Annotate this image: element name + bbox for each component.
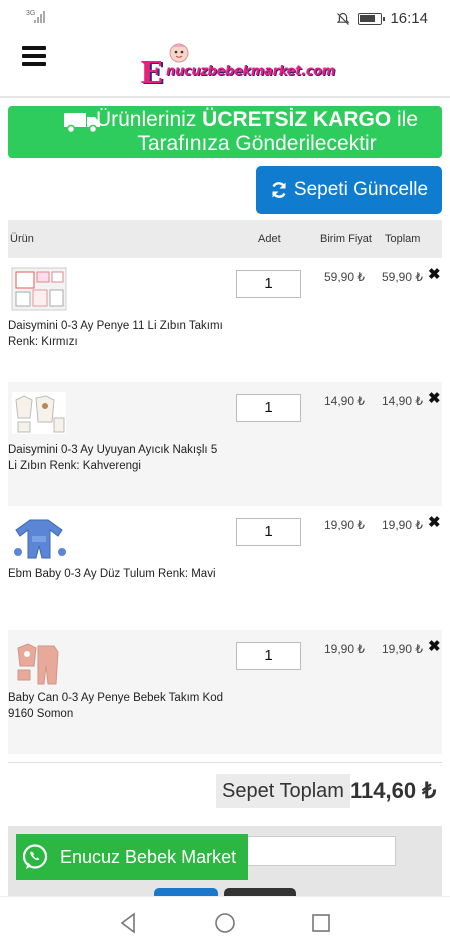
quantity-input[interactable]: 1 — [236, 394, 301, 422]
home-icon[interactable] — [213, 911, 237, 935]
recents-icon[interactable] — [309, 911, 333, 935]
cart-row: 1 19,90 ₺ 19,90 ₺ ✖ Baby Can 0-3 Ay Peny… — [8, 630, 442, 754]
baby-logo-icon — [169, 43, 189, 63]
unit-price: 19,90 ₺ — [324, 642, 365, 656]
product-image[interactable] — [10, 636, 68, 686]
product-image[interactable] — [10, 264, 68, 314]
remove-icon[interactable]: ✖ — [428, 513, 441, 531]
status-right: 16:14 — [336, 10, 428, 27]
update-cart-button[interactable]: Sepeti Güncelle — [256, 166, 442, 214]
refresh-icon — [272, 182, 286, 198]
col-unit-price: Birim Fiyat — [320, 233, 372, 245]
quantity-input[interactable]: 1 — [236, 642, 301, 670]
product-name[interactable]: Baby Can 0-3 Ay Penye Bebek Takım Kod 91… — [8, 690, 228, 722]
line-total: 14,90 ₺ — [382, 394, 423, 408]
unit-price: 59,90 ₺ — [324, 270, 365, 284]
col-product: Ürün — [10, 233, 34, 245]
product-name[interactable]: Daisymini 0-3 Ay Penye 11 Li Zıbın Takım… — [8, 318, 228, 350]
unit-price: 19,90 ₺ — [324, 518, 365, 532]
remove-icon[interactable]: ✖ — [428, 389, 441, 407]
cart-row: 1 14,90 ₺ 14,90 ₺ ✖ Daisymini 0-3 Ay Uyu… — [8, 382, 442, 506]
whatsapp-icon — [22, 844, 48, 869]
product-image[interactable] — [10, 388, 68, 438]
site-header: E nucuzbebekmarket.com — [0, 38, 450, 96]
clock: 16:14 — [390, 10, 428, 27]
quantity-input[interactable]: 1 — [236, 270, 301, 298]
line-total: 19,90 ₺ — [382, 642, 423, 656]
logo-letter: E — [140, 56, 163, 91]
banner-text-start: Ürünleriniz — [95, 108, 203, 131]
cart-total-value: 114,60 ₺ — [350, 778, 437, 803]
cart-row: 1 19,90 ₺ 19,90 ₺ ✖ Ebm Baby 0-3 Ay Düz … — [8, 506, 442, 630]
cart-total-label: Sepet Toplam — [216, 774, 350, 808]
menu-icon[interactable] — [22, 46, 46, 66]
banner-text-bold: ÜCRETSİZ KARGO — [202, 108, 392, 131]
line-total: 19,90 ₺ — [382, 518, 423, 532]
update-cart-label: Sepeti Güncelle — [293, 179, 429, 200]
system-nav-bar — [0, 896, 450, 950]
signal-icon — [34, 11, 48, 23]
back-icon[interactable] — [116, 911, 140, 935]
cart-row: 1 59,90 ₺ 59,90 ₺ ✖ Daisymini 0-3 Ay Pen… — [8, 258, 442, 382]
remove-icon[interactable]: ✖ — [428, 637, 441, 655]
product-name[interactable]: Daisymini 0-3 Ay Uyuyan Ayıcık Nakışlı 5… — [8, 442, 228, 474]
whatsapp-button[interactable]: Enucuz Bebek Market — [16, 834, 248, 880]
col-qty: Adet — [258, 233, 281, 245]
site-logo[interactable]: E nucuzbebekmarket.com — [140, 42, 335, 91]
battery-icon — [358, 12, 386, 25]
status-bar: 3G 16:14 — [0, 0, 450, 38]
product-image[interactable] — [10, 512, 68, 562]
unit-price: 14,90 ₺ — [324, 394, 365, 408]
whatsapp-label: Enucuz Bebek Market — [60, 846, 237, 867]
table-divider — [8, 762, 442, 763]
header-divider — [0, 96, 450, 98]
line-total: 59,90 ₺ — [382, 270, 423, 284]
coupon-input[interactable] — [240, 836, 396, 866]
truck-icon — [64, 113, 100, 134]
quantity-input[interactable]: 1 — [236, 518, 301, 546]
logo-text: nucuzbebekmarket.com — [166, 64, 335, 79]
col-total: Toplam — [385, 233, 421, 245]
cart-table-header: Ürün Adet Birim Fiyat Toplam — [8, 220, 442, 258]
mute-bell-icon — [337, 12, 350, 25]
product-name[interactable]: Ebm Baby 0-3 Ay Düz Tulum Renk: Mavi — [8, 566, 228, 582]
free-shipping-banner: Ürünleriniz ÜCRETSİZ KARGO ile Tarafınız… — [8, 106, 442, 158]
remove-icon[interactable]: ✖ — [428, 265, 441, 283]
